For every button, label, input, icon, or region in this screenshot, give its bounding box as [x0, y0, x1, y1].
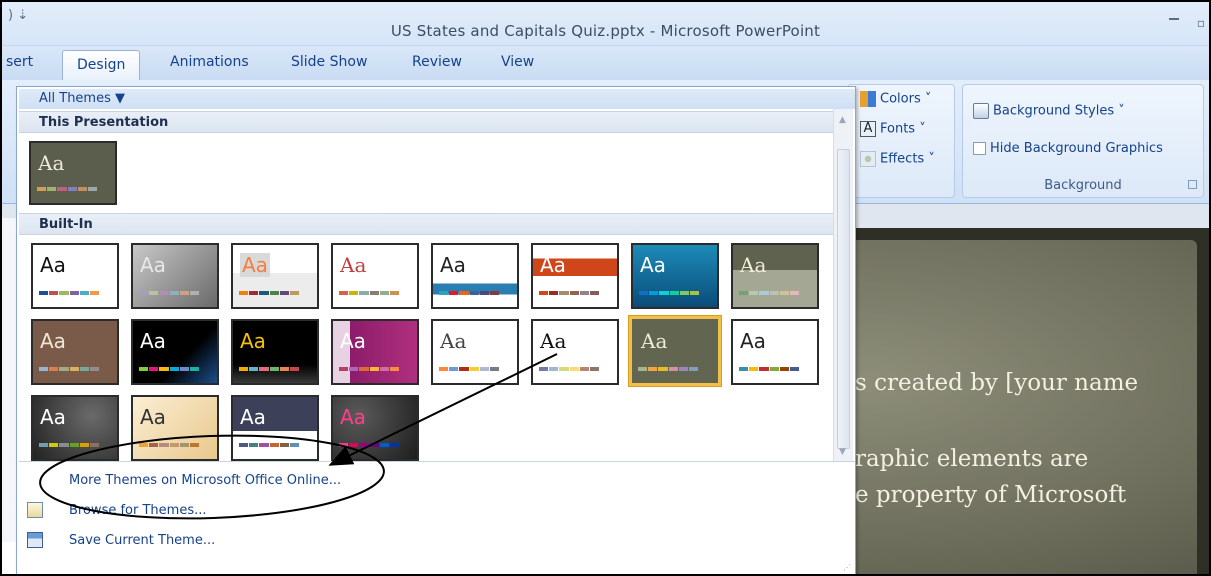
theme-thumbnail-equity[interactable]: Aa — [531, 243, 619, 309]
restore-button[interactable]: ▫ — [1197, 16, 1205, 30]
all-themes-filter[interactable]: All Themes ▼ — [19, 89, 855, 109]
theme-thumbnail-apex[interactable]: Aa — [131, 243, 219, 309]
save-disk-icon — [27, 532, 43, 548]
folder-browse-icon — [27, 502, 43, 518]
tab-review[interactable]: Review — [412, 54, 462, 70]
theme-thumbnail-foundry[interactable]: Aa — [731, 243, 819, 309]
theme-thumbnail-civic[interactable]: Aa — [331, 243, 419, 309]
colors-icon — [860, 91, 876, 107]
window-title: US States and Capitals Quiz.pptx - Micro… — [390, 22, 821, 40]
theme-thumbnail-metro[interactable]: Aa — [131, 319, 219, 385]
theme-thumbnail-technic[interactable]: Aa — [31, 395, 119, 461]
browse-for-themes-menu-item[interactable]: Browse for Themes... — [19, 497, 853, 525]
scroll-down-icon[interactable]: ▼ — [839, 447, 846, 457]
scrollbar-thumb[interactable] — [837, 149, 850, 449]
built-in-heading: Built-In — [19, 213, 841, 235]
paint-bucket-icon — [973, 103, 989, 119]
slide-text-line: raphic elements are — [855, 446, 1089, 472]
tab-design[interactable]: Design — [62, 50, 141, 81]
save-current-theme-menu-item[interactable]: Save Current Theme... — [19, 527, 853, 555]
effects-icon — [860, 151, 876, 167]
theme-thumbnail-origin[interactable]: Aa — [531, 319, 619, 385]
effects-button[interactable]: Effects ˅ — [860, 151, 935, 167]
theme-thumbnail-paper-selected[interactable]: Aa — [629, 316, 721, 386]
quick-access-toolbar[interactable]: ) ⇣ — [8, 8, 28, 23]
menu-separator — [19, 461, 855, 462]
ribbon-tabs: sert Design Animations Slide Show Review… — [2, 46, 1209, 81]
themes-options-group: Colors ˅ A Fonts ˅ Effects ˅ — [847, 84, 955, 198]
theme-thumbnail-aspect[interactable]: Aa — [231, 243, 319, 309]
theme-thumbnail-oriel[interactable]: Aa — [431, 319, 519, 385]
colors-button[interactable]: Colors ˅ — [860, 91, 931, 107]
theme-thumbnail-solstice[interactable]: Aa — [731, 319, 819, 385]
theme-thumbnail-verve[interactable]: Aa — [331, 395, 419, 461]
gallery-scrollbar[interactable]: ▲ ▼ — [833, 109, 853, 461]
slide-text-line: e property of Microsoft — [855, 482, 1127, 508]
theme-thumbnail-current[interactable]: Aa — [29, 141, 117, 205]
theme-thumbnail-concourse[interactable]: Aa — [431, 243, 519, 309]
theme-thumbnail-trek[interactable]: Aa — [131, 395, 219, 461]
theme-color-swatches — [37, 187, 98, 191]
themes-gallery-dropdown: All Themes ▼ This Presentation Aa Built-… — [16, 86, 856, 574]
fonts-button[interactable]: A Fonts ˅ — [860, 121, 926, 137]
dialog-launcher-icon[interactable] — [1188, 180, 1197, 189]
theme-thumbnail-flow[interactable]: Aa — [631, 243, 719, 309]
background-group-label: Background — [1044, 178, 1122, 193]
fonts-icon: A — [860, 121, 876, 137]
theme-thumbnail-median[interactable]: Aa — [31, 319, 119, 385]
theme-thumbnail-urban[interactable]: Aa — [231, 395, 319, 461]
tab-insert[interactable]: sert — [6, 54, 33, 70]
title-bar: ) ⇣ US States and Capitals Quiz.pptx - M… — [2, 2, 1209, 46]
this-presentation-heading: This Presentation — [19, 111, 841, 133]
tab-animations[interactable]: Animations — [170, 54, 249, 70]
resize-grip-icon[interactable]: ⋰ — [843, 563, 851, 572]
checkbox-icon — [973, 142, 986, 155]
more-themes-online-menu-item[interactable]: More Themes on Microsoft Office Online..… — [19, 467, 853, 495]
theme-thumbnail-opulent[interactable]: Aa — [331, 319, 419, 385]
scroll-up-icon[interactable]: ▲ — [839, 115, 846, 125]
background-group: Background Styles ˅ Hide Background Grap… — [962, 84, 1204, 198]
hide-background-graphics-checkbox[interactable]: Hide Background Graphics — [973, 141, 1163, 156]
tab-slide-show[interactable]: Slide Show — [291, 54, 367, 70]
minimize-button[interactable] — [1169, 18, 1179, 20]
theme-thumbnail-office[interactable]: Aa — [31, 243, 119, 309]
theme-thumbnail-module[interactable]: Aa — [231, 319, 319, 385]
background-styles-button[interactable]: Background Styles ˅ — [973, 103, 1125, 119]
tab-view[interactable]: View — [501, 54, 534, 70]
powerpoint-window: ) ⇣ US States and Capitals Quiz.pptx - M… — [0, 0, 1211, 576]
slide-text-line: s created by [your name — [855, 370, 1139, 396]
